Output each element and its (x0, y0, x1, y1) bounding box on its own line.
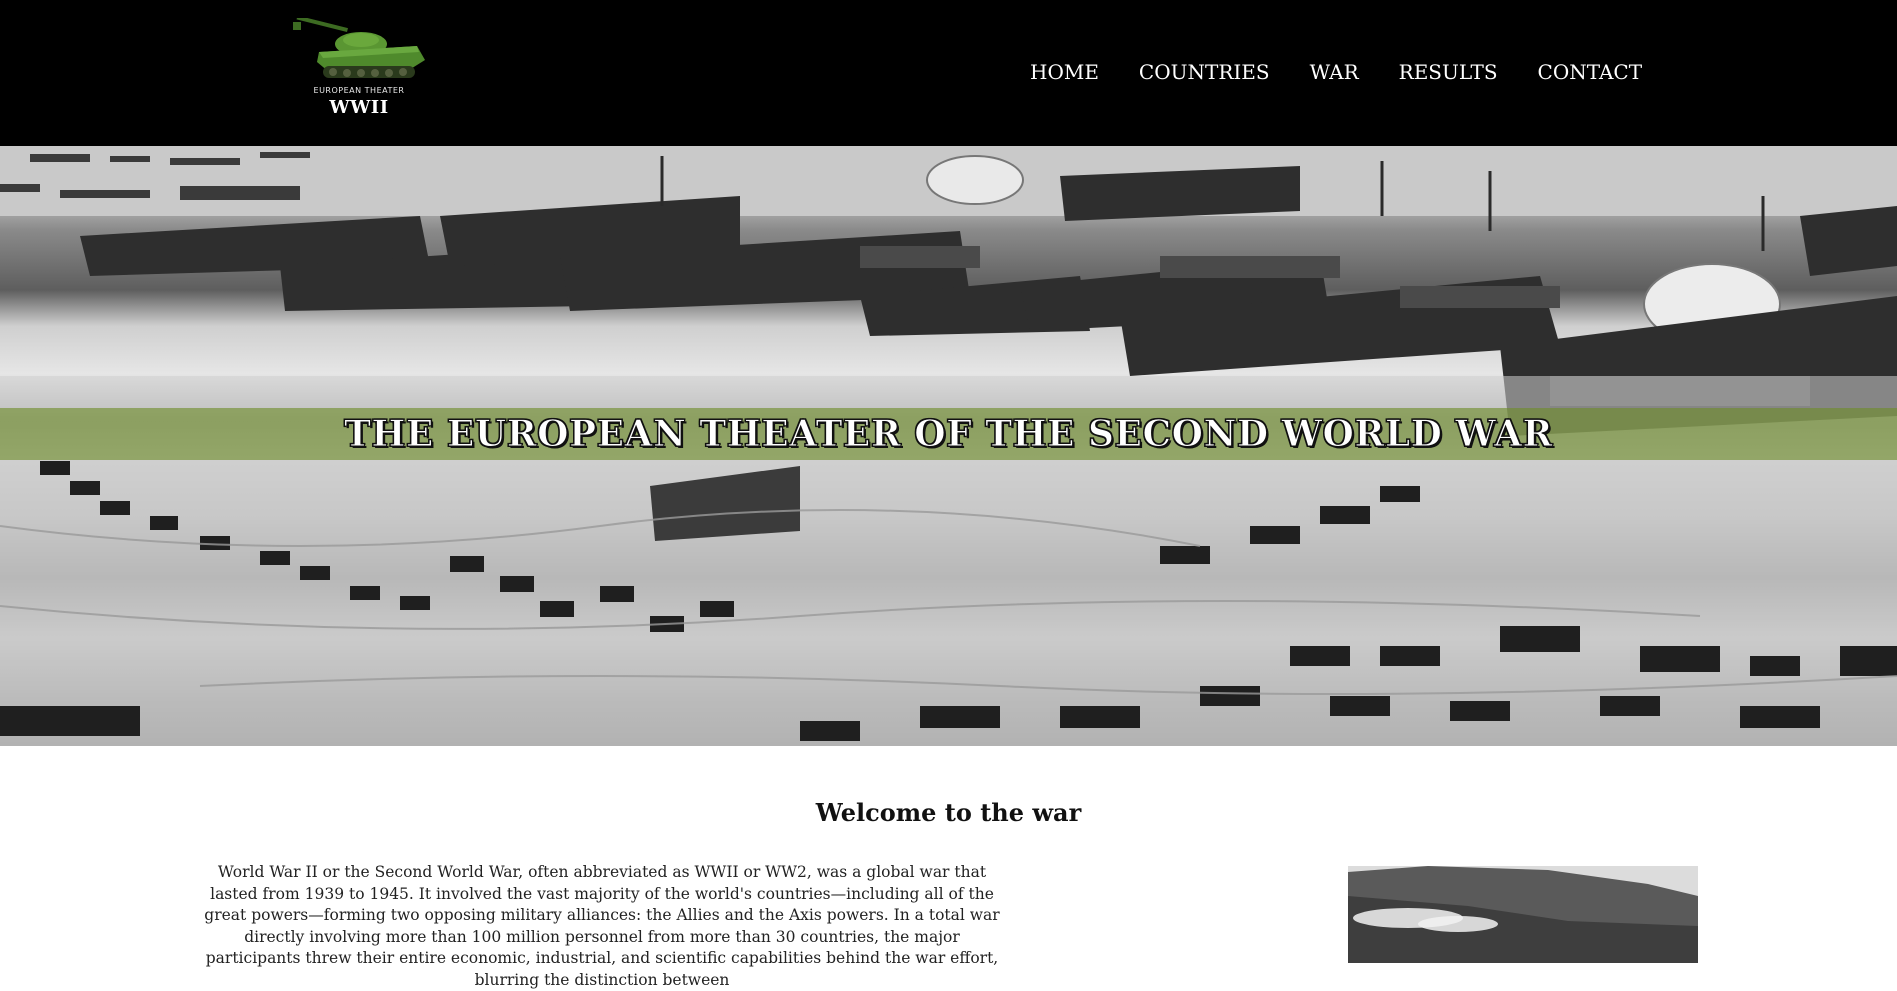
hero-banner: THE EUROPEAN THEATER OF THE SECOND WORLD… (0, 146, 1897, 746)
logo-subtitle: EUROPEAN THEATER (313, 86, 405, 95)
welcome-heading: Welcome to the war (815, 798, 1082, 827)
nav-countries[interactable]: COUNTRIES (1119, 58, 1290, 86)
main-nav: HOME COUNTRIES WAR RESULTS CONTACT (1010, 58, 1662, 86)
tank-icon (293, 18, 425, 78)
site-logo[interactable]: EUROPEAN THEATER WWII (284, 18, 434, 126)
side-photo-image (1348, 866, 1698, 963)
logo-title: WWII (329, 97, 389, 118)
side-photo (1348, 866, 1698, 963)
intro-paragraph: World War II or the Second World War, of… (204, 863, 1000, 989)
nav-results[interactable]: RESULTS (1379, 58, 1518, 86)
nav-home[interactable]: HOME (1010, 58, 1119, 86)
nav-contact[interactable]: CONTACT (1518, 58, 1663, 86)
site-header: EUROPEAN THEATER WWII HOME COUNTRIES WAR… (0, 0, 1897, 146)
hero-title: THE EUROPEAN THEATER OF THE SECOND WORLD… (344, 413, 1553, 456)
nav-war[interactable]: WAR (1290, 58, 1379, 86)
